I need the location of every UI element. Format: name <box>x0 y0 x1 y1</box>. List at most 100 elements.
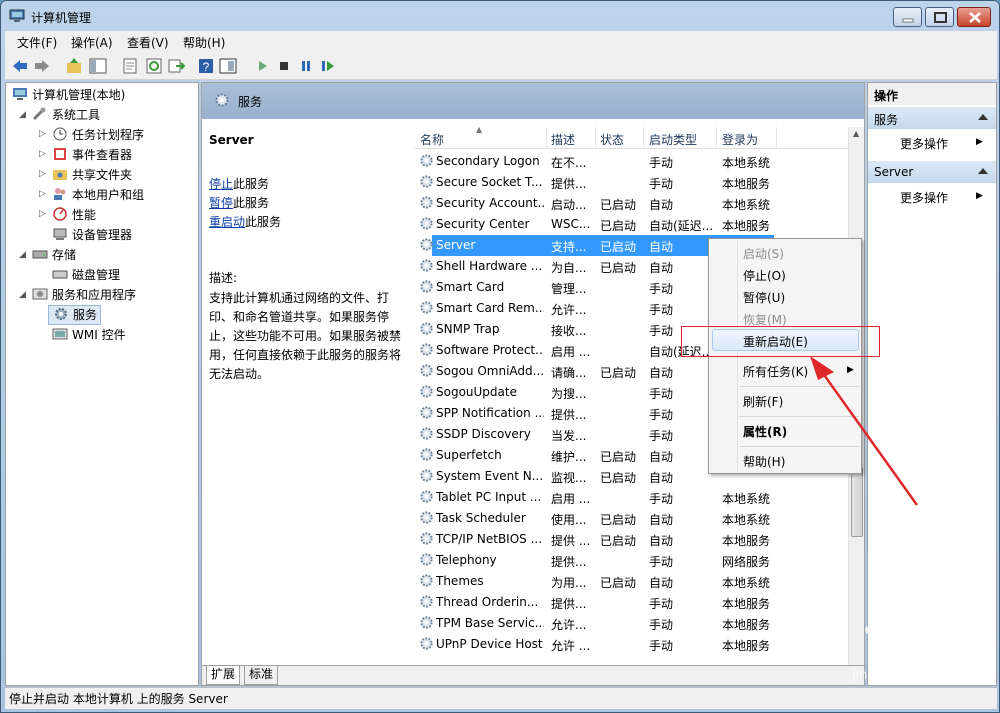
restart-service-icon[interactable] <box>319 57 337 75</box>
service-gear-icon <box>420 385 433 398</box>
menu-help[interactable]: 帮助(H) <box>183 34 225 51</box>
service-row[interactable]: Security Account... 启动... 已启动 自动 本地系统 <box>414 193 848 214</box>
tab-extended[interactable]: 扩展 <box>206 666 241 685</box>
service-name: Software Protect... <box>436 343 544 357</box>
service-row[interactable]: Security Center WSC... 已启动 自动(延迟... 本地服务 <box>414 214 848 235</box>
pause-service-icon[interactable] <box>297 57 315 75</box>
tree-item-services-apps[interactable]: 服务和应用程序 <box>32 286 136 304</box>
maximize-button[interactable] <box>925 7 954 27</box>
expanded-arrow-icon[interactable]: ◢ <box>19 290 26 300</box>
tree-root[interactable]: 计算机管理(本地) <box>12 86 125 104</box>
expanded-arrow-icon[interactable]: ◢ <box>19 110 26 120</box>
refresh-icon[interactable] <box>145 57 163 75</box>
menu-help[interactable]: 帮助(H) <box>743 453 785 470</box>
minimize-button[interactable] <box>893 7 922 27</box>
back-arrow-icon[interactable] <box>11 57 29 75</box>
service-row[interactable]: Themes 为用... 已启动 自动 本地系统 <box>414 571 848 592</box>
tree-item-disk-management[interactable]: 磁盘管理 <box>52 266 120 284</box>
service-description: 提供... <box>551 597 587 611</box>
service-startup-type: 手动 <box>649 492 674 506</box>
tree-item-event-viewer[interactable]: 事件查看器 <box>52 146 132 164</box>
service-logon-as: 本地系统 <box>722 156 771 170</box>
menu-properties[interactable]: 属性(R) <box>743 423 787 440</box>
help-icon[interactable]: ? <box>197 57 215 75</box>
pause-service-link[interactable]: 暂停 <box>209 196 233 210</box>
service-gear-icon <box>420 238 433 251</box>
column-startup-type[interactable]: 启动类型 <box>649 131 697 148</box>
column-divider[interactable] <box>716 127 717 149</box>
show-hide-tree-icon[interactable] <box>89 57 107 75</box>
window-title: 计算机管理 <box>31 11 92 25</box>
collapse-icon[interactable] <box>978 168 988 174</box>
service-row[interactable]: Secondary Logon 在不... 手动 本地系统 <box>414 151 848 172</box>
menu-all-tasks[interactable]: 所有任务(K) <box>743 363 808 380</box>
service-description: 使用... <box>551 513 587 527</box>
title-bar[interactable]: 计算机管理 <box>1 1 999 31</box>
service-startup-type: 自动(延迟... <box>649 219 714 233</box>
tree-item-performance[interactable]: 性能 <box>52 206 96 224</box>
stop-service-icon[interactable] <box>275 57 293 75</box>
collapsed-arrow-icon[interactable]: ▷ <box>39 169 46 179</box>
start-service-icon[interactable] <box>253 57 271 75</box>
collapsed-arrow-icon[interactable]: ▷ <box>39 209 46 219</box>
up-folder-icon[interactable] <box>65 57 83 75</box>
column-description[interactable]: 描述 <box>551 131 575 148</box>
service-row[interactable]: UPnP Device Host 允许 ... 手动 本地服务 <box>414 634 848 655</box>
export-list-icon[interactable] <box>121 57 139 75</box>
menu-start[interactable]: 启动(S) <box>743 245 784 262</box>
expanded-arrow-icon[interactable]: ◢ <box>19 250 26 260</box>
menu-stop[interactable]: 停止(O) <box>743 267 786 284</box>
column-divider[interactable] <box>546 127 547 149</box>
column-divider[interactable] <box>595 127 596 149</box>
close-button[interactable] <box>957 7 991 27</box>
forward-arrow-icon[interactable] <box>33 57 51 75</box>
service-row[interactable]: TCP/IP NetBIOS ... 提供 ... 已启动 自动 本地服务 <box>414 529 848 550</box>
tree-item-shared-folders[interactable]: 共享文件夹 <box>52 166 132 184</box>
actions-section-server[interactable]: Server <box>868 161 996 183</box>
export-icon[interactable] <box>167 57 185 75</box>
service-row[interactable]: Task Scheduler 使用... 已启动 自动 本地系统 <box>414 508 848 529</box>
tree-item-local-users[interactable]: 本地用户和组 <box>52 186 144 204</box>
scroll-up-icon[interactable]: ▲ <box>853 129 859 138</box>
tree-item-task-scheduler[interactable]: 任务计划程序 <box>52 126 144 144</box>
service-row[interactable]: Telephony 提供... 手动 网络服务 <box>414 550 848 571</box>
more-actions-services[interactable]: 更多操作 <box>900 135 948 152</box>
collapsed-arrow-icon[interactable]: ▷ <box>39 189 46 199</box>
tree-item-system-tools[interactable]: 系统工具 <box>32 106 100 124</box>
service-row[interactable]: Thread Orderin... 提供... 手动 本地服务 <box>414 592 848 613</box>
service-logon-as: 本地服务 <box>722 597 771 611</box>
shared-folder-icon <box>53 170 67 180</box>
properties-view-icon[interactable] <box>219 57 237 75</box>
tree-item-wmi[interactable]: WMI 控件 <box>52 326 126 344</box>
collapse-icon[interactable] <box>978 114 988 120</box>
column-status[interactable]: 状态 <box>600 131 624 148</box>
service-row[interactable]: Tablet PC Input ... 启用 ... 手动 本地系统 <box>414 487 848 508</box>
column-divider[interactable] <box>643 127 644 149</box>
menu-pause[interactable]: 暂停(U) <box>743 289 785 306</box>
service-gear-icon <box>420 196 433 209</box>
storage-icon <box>32 250 48 259</box>
service-startup-type: 自动 <box>649 450 674 464</box>
tree-item-storage[interactable]: 存储 <box>32 246 76 264</box>
actions-section-services[interactable]: 服务 <box>868 107 996 129</box>
menu-file[interactable]: 文件(F) <box>17 34 57 51</box>
tree-item-device-manager[interactable]: 设备管理器 <box>52 226 132 244</box>
column-divider[interactable] <box>776 127 777 149</box>
restart-service-link[interactable]: 重启动 <box>209 215 245 229</box>
tab-standard[interactable]: 标准 <box>244 666 279 685</box>
menu-refresh[interactable]: 刷新(F) <box>743 393 783 410</box>
column-logon-as[interactable]: 登录为 <box>722 131 758 148</box>
service-row[interactable]: Secure Socket T... 提供... 手动 本地服务 <box>414 172 848 193</box>
menu-action[interactable]: 操作(A) <box>71 34 113 51</box>
more-actions-server[interactable]: 更多操作 <box>900 189 948 206</box>
services-header: 服务 <box>202 83 864 119</box>
tree-item-services[interactable]: 服务 <box>48 305 102 325</box>
column-name[interactable]: 名称 <box>420 131 444 148</box>
collapsed-arrow-icon[interactable]: ▷ <box>39 149 46 159</box>
collapsed-arrow-icon[interactable]: ▷ <box>39 129 46 139</box>
stop-service-link[interactable]: 停止 <box>209 177 233 191</box>
watermark-brand-suffix: 经验 <box>902 627 959 660</box>
service-row[interactable]: TPM Base Servic... 允许... 手动 本地服务 <box>414 613 848 634</box>
menu-view[interactable]: 查看(V) <box>127 34 169 51</box>
service-gear-icon <box>420 301 433 314</box>
